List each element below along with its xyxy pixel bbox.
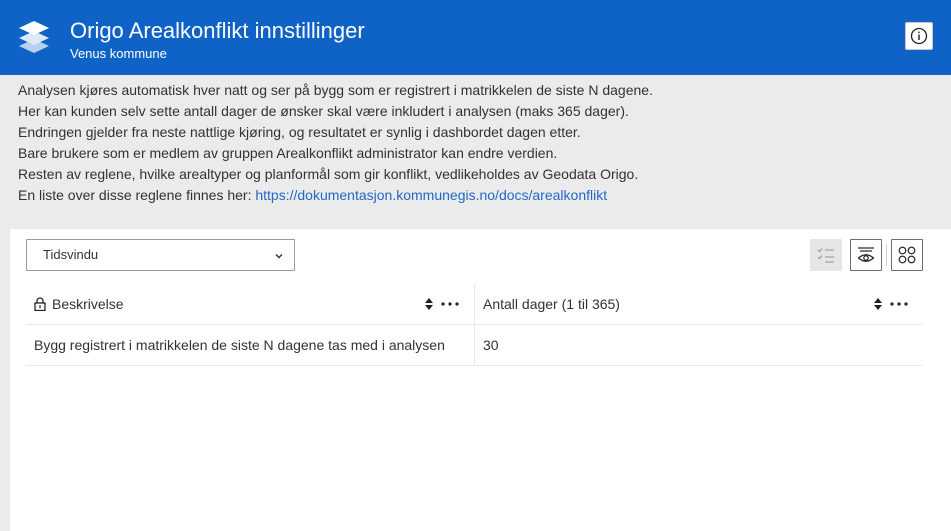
app-header: Origo Arealkonflikt innstillinger Venus …: [0, 0, 951, 75]
select-list-button[interactable]: [810, 239, 842, 271]
toolbar-divider: [886, 244, 887, 266]
show-hide-icon: [857, 247, 875, 262]
table-header-row: Beskrivelse Antall dager (1 til 365): [26, 284, 922, 325]
layers-icon: [19, 21, 49, 53]
description-line: Resten av reglene, hvilke arealtyper og …: [18, 166, 639, 182]
column-header-antall-dager[interactable]: Antall dager (1 til 365): [474, 284, 922, 324]
chevron-down-icon: [275, 254, 283, 259]
column-header-beskrivelse[interactable]: Beskrivelse: [26, 284, 474, 324]
column-header-label: Beskrivelse: [52, 296, 124, 312]
description-line: Analysen kjøres automatisk hver natt og …: [18, 82, 653, 98]
info-icon: [910, 27, 928, 45]
select-list-icon: [817, 248, 834, 263]
show-hide-button[interactable]: [850, 239, 882, 271]
grid-view-icon: [898, 246, 916, 264]
more-options-icon[interactable]: [890, 302, 908, 306]
grid-view-button[interactable]: [891, 239, 923, 271]
description-line: En liste over disse reglene finnes her: …: [18, 185, 938, 206]
app-subtitle: Venus kommune: [70, 46, 167, 61]
table-cell-antall-dager[interactable]: 30: [474, 325, 922, 365]
link-prefix: En liste over disse reglene finnes her:: [18, 187, 256, 203]
description-line: Endringen gjelder fra neste nattlige kjø…: [18, 124, 581, 140]
sort-icon[interactable]: [873, 297, 883, 311]
table-panel: Tidsvindu Beskrivelse Antall dager (1 ti…: [10, 229, 951, 531]
documentation-link[interactable]: https://dokumentasjon.kommunegis.no/docs…: [255, 187, 607, 203]
table-row[interactable]: Bygg registrert i matrikkelen de siste N…: [26, 325, 922, 366]
app-title: Origo Arealkonflikt innstillinger: [70, 18, 365, 43]
column-header-label: Antall dager (1 til 365): [483, 296, 620, 312]
table-cell-beskrivelse: Bygg registrert i matrikkelen de siste N…: [34, 337, 445, 353]
table-select[interactable]: Tidsvindu: [26, 239, 295, 271]
select-value: Tidsvindu: [43, 247, 99, 262]
description: Analysen kjøres automatisk hver natt og …: [18, 80, 938, 206]
description-line: Her kan kunden selv sette antall dager d…: [18, 103, 629, 119]
sort-icon[interactable]: [424, 297, 434, 311]
info-button[interactable]: [905, 22, 933, 50]
data-table: Beskrivelse Antall dager (1 til 365) Byg…: [26, 284, 922, 366]
more-options-icon[interactable]: [441, 302, 459, 306]
lock-icon: [34, 297, 46, 311]
description-line: Bare brukere som er medlem av gruppen Ar…: [18, 145, 558, 161]
